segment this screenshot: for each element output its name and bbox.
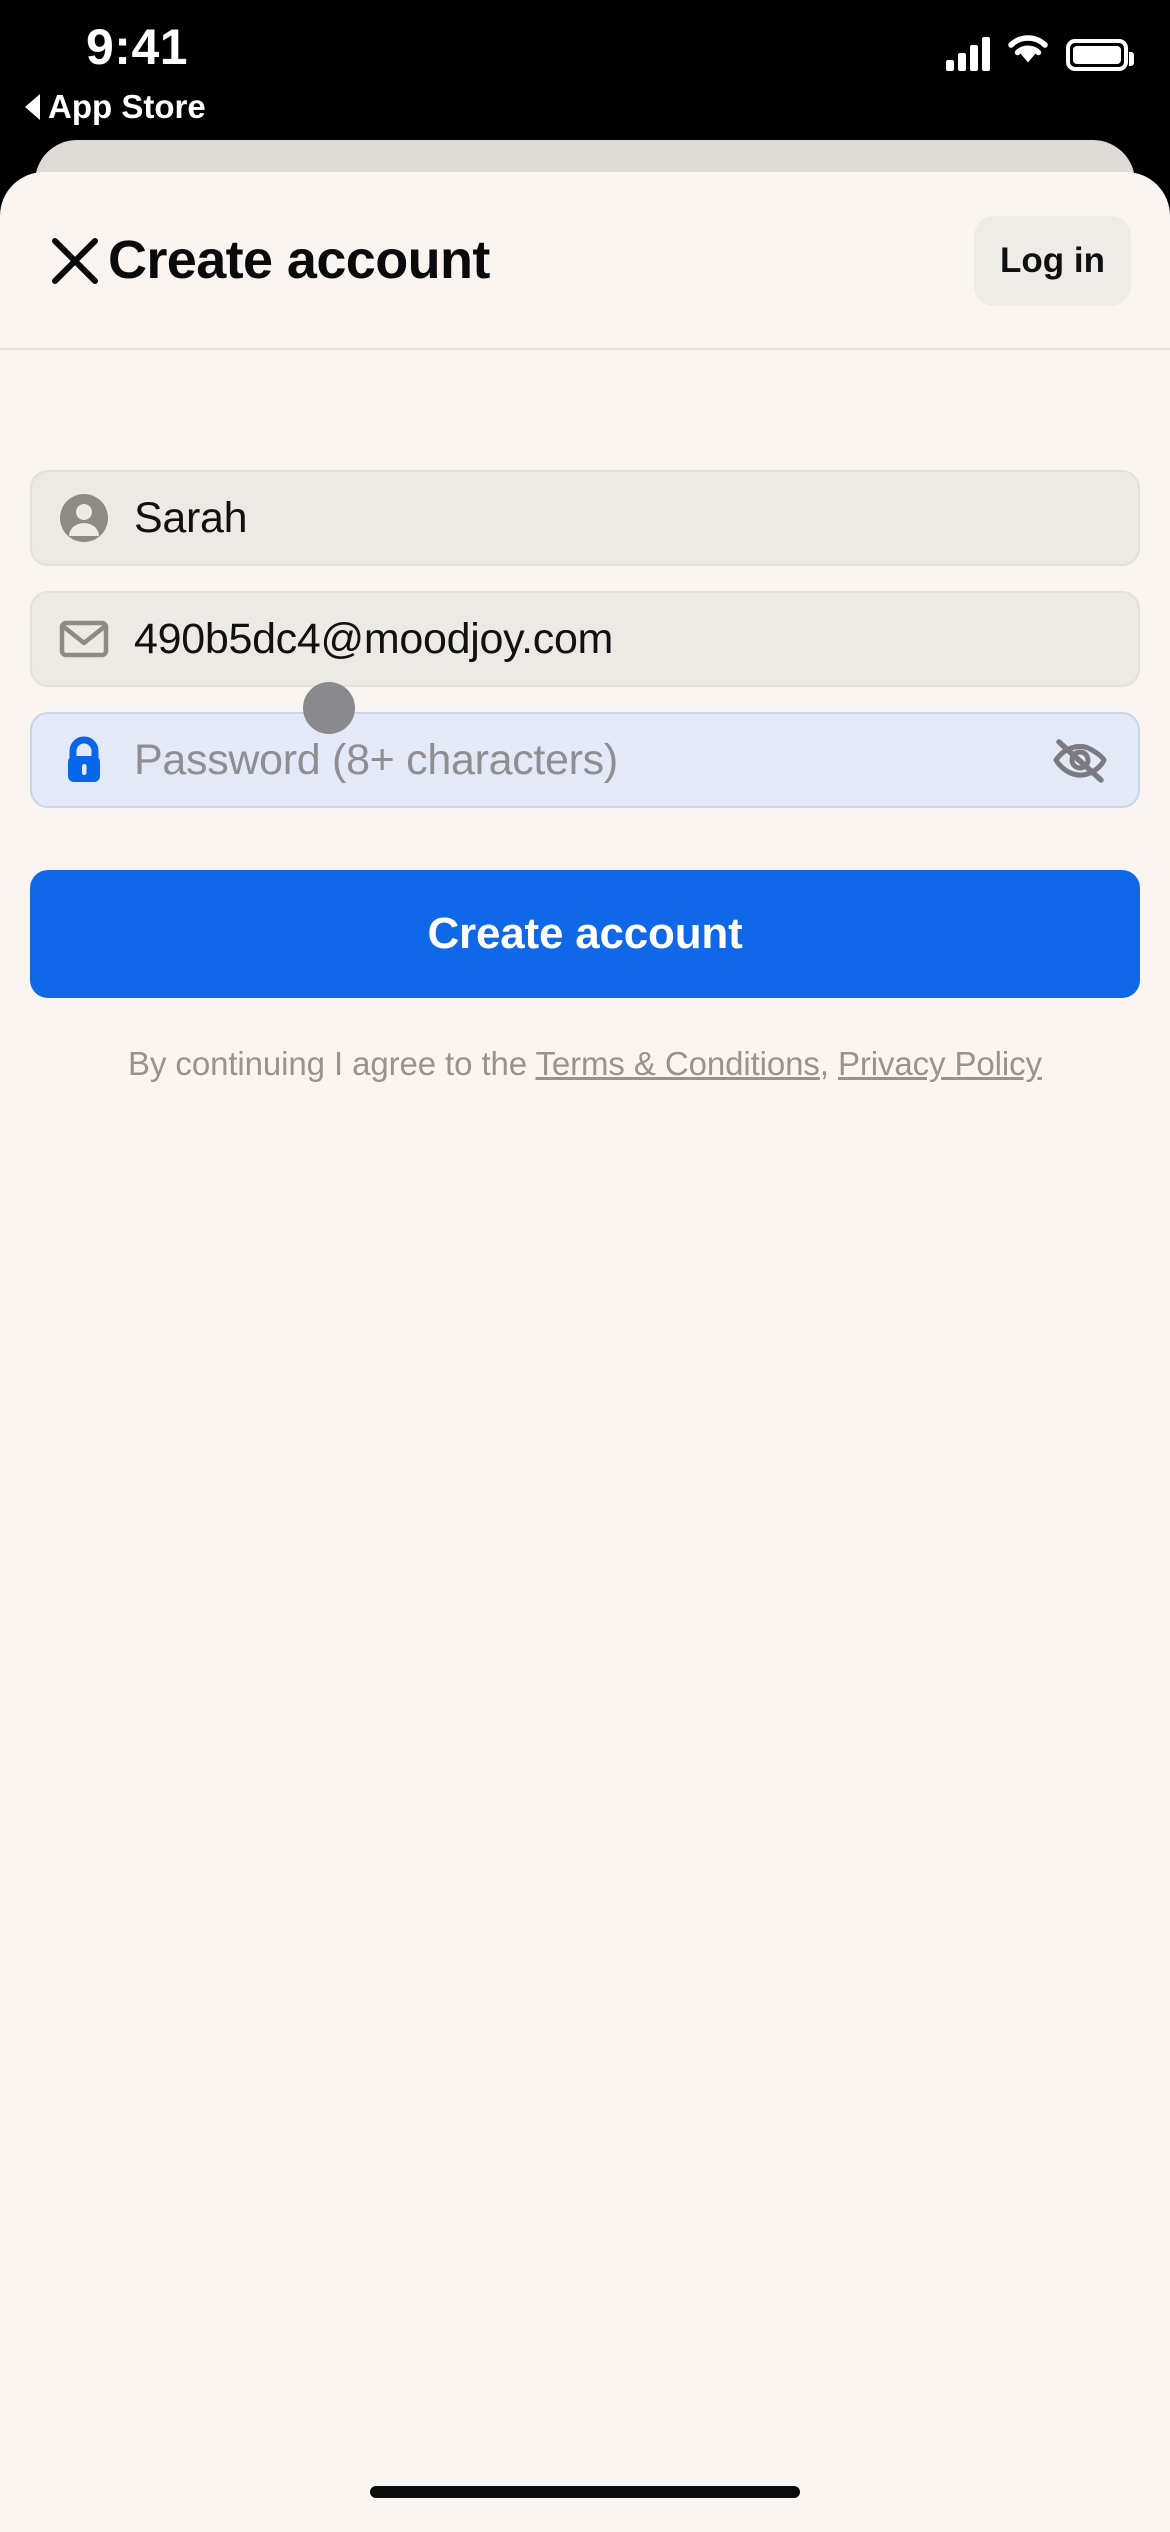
- triangle-left-icon: [25, 94, 40, 120]
- signup-form: Sarah 490b5dc4@moodjoy.com Password (8+ …: [0, 470, 1170, 1088]
- email-field-value: 490b5dc4@moodjoy.com: [134, 614, 614, 663]
- toggle-password-visibility-button[interactable]: [1048, 728, 1112, 792]
- back-label: App Store: [48, 88, 206, 125]
- phone-screen: 9:41 App Store Create account Log in Sar…: [0, 0, 1170, 2532]
- name-field-value: Sarah: [134, 493, 248, 542]
- close-button[interactable]: [40, 226, 110, 296]
- header-divider: [0, 348, 1170, 350]
- password-field[interactable]: Password (8+ characters): [30, 682, 1140, 808]
- status-bar: 9:41 App Store: [0, 0, 1170, 150]
- create-account-button[interactable]: Create account: [30, 870, 1140, 998]
- legal-separator: ,: [819, 1045, 838, 1082]
- log-in-button[interactable]: Log in: [974, 216, 1131, 306]
- person-icon: [56, 490, 112, 546]
- lock-icon: [56, 732, 112, 788]
- terms-and-conditions-link[interactable]: Terms & Conditions: [536, 1045, 820, 1082]
- create-account-sheet: Create account Log in Sarah 490b5dc4@moo…: [0, 172, 1170, 2532]
- eye-off-icon: [1053, 739, 1107, 783]
- legal-agreement-text: By continuing I agree to the Terms & Con…: [30, 1040, 1140, 1088]
- battery-full-icon: [1066, 39, 1134, 71]
- page-title: Create account: [108, 230, 490, 290]
- email-field[interactable]: 490b5dc4@moodjoy.com: [30, 591, 1140, 687]
- privacy-policy-link[interactable]: Privacy Policy: [838, 1045, 1042, 1082]
- touch-indicator-dot: [303, 682, 355, 734]
- legal-prefix: By continuing I agree to the: [128, 1045, 536, 1082]
- back-to-app-store-link[interactable]: App Store: [25, 88, 206, 126]
- close-x-icon: [52, 238, 98, 284]
- sheet-header: Create account Log in: [0, 172, 1170, 348]
- wifi-icon: [1006, 32, 1050, 71]
- name-field[interactable]: Sarah: [30, 470, 1140, 566]
- status-bar-indicators: [946, 32, 1134, 71]
- envelope-icon: [56, 611, 112, 667]
- password-field-placeholder: Password (8+ characters): [134, 735, 618, 784]
- home-indicator: [370, 2486, 800, 2498]
- cellular-bars-icon: [946, 37, 990, 71]
- status-bar-time: 9:41: [86, 19, 189, 75]
